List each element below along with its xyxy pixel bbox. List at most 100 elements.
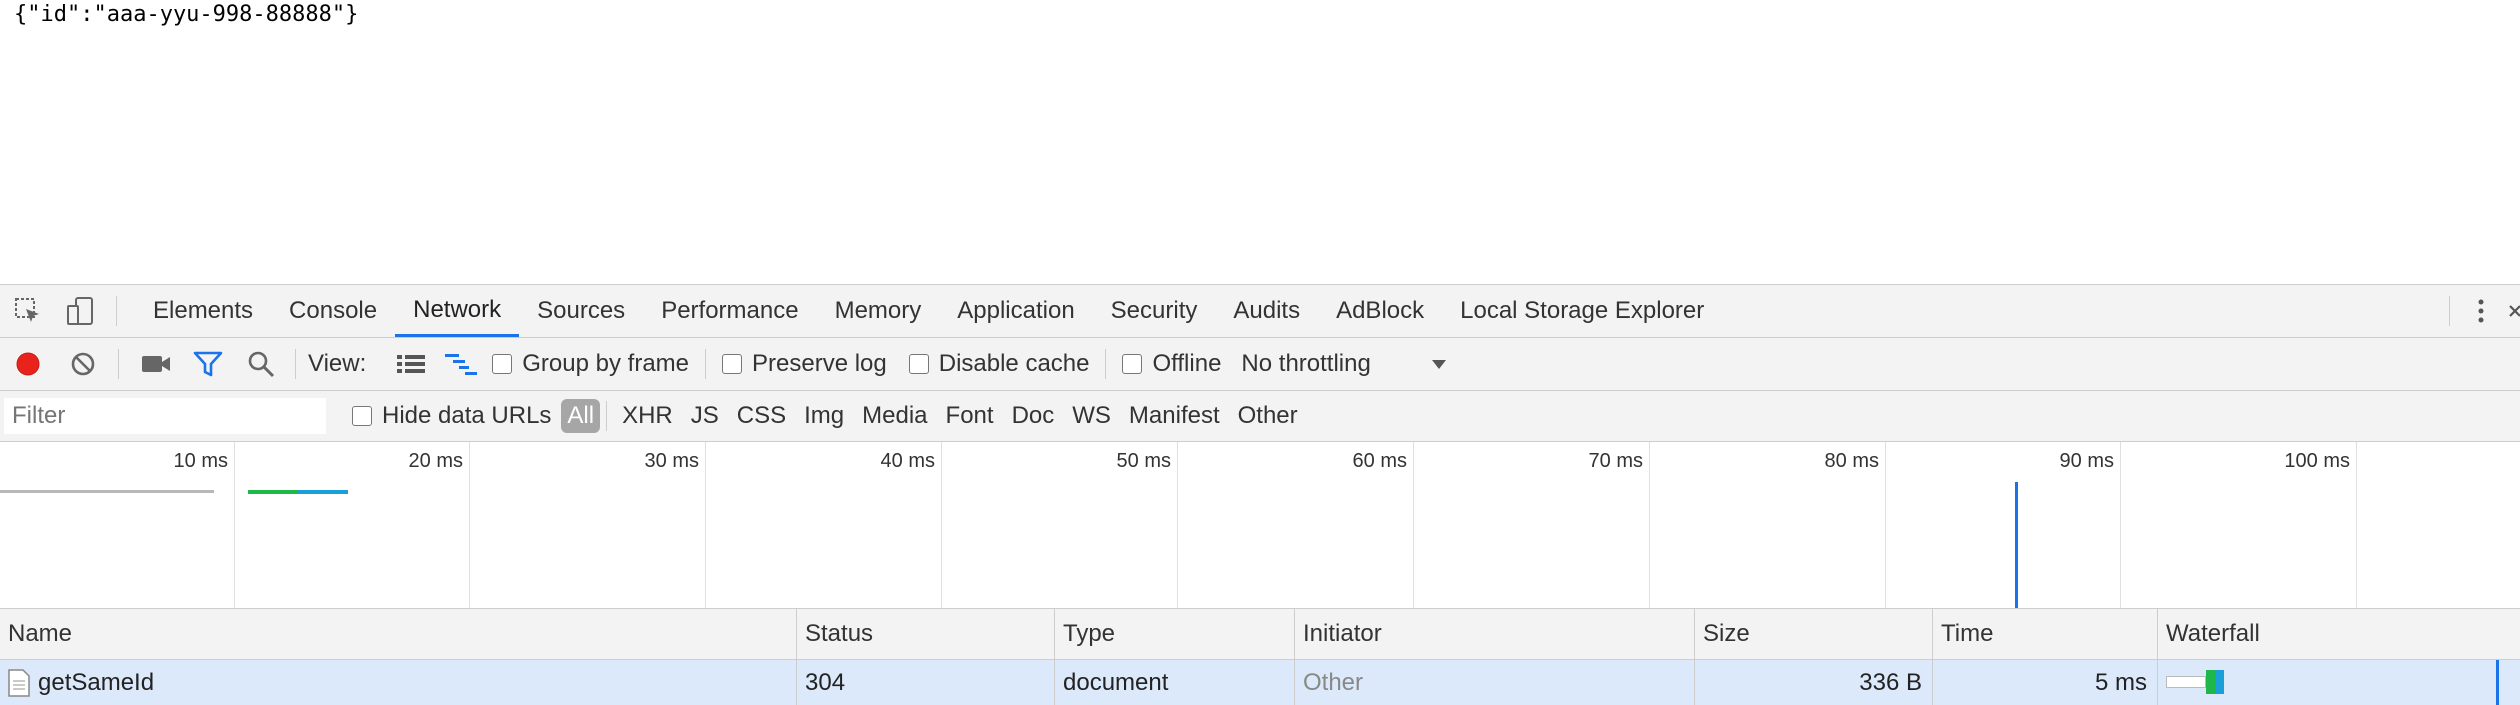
capture-screenshots-icon[interactable] xyxy=(131,338,181,390)
request-bar-download xyxy=(298,490,348,494)
offline-label: Offline xyxy=(1152,350,1222,377)
separator xyxy=(1105,349,1107,379)
timeline-tick-label: 20 ms xyxy=(408,450,463,472)
cell-type: document xyxy=(1055,660,1295,705)
filter-type-other[interactable]: Other xyxy=(1229,402,1307,430)
cell-status: 304 xyxy=(797,660,1055,705)
offline-checkbox[interactable]: Offline xyxy=(1122,350,1221,378)
grid-line xyxy=(1885,442,1886,608)
preserve-log-label: Preserve log xyxy=(752,350,887,377)
column-header-waterfall[interactable]: Waterfall xyxy=(2158,609,2520,659)
tab-memory[interactable]: Memory xyxy=(817,285,940,337)
search-icon[interactable] xyxy=(235,338,287,390)
more-options-icon[interactable] xyxy=(2466,285,2496,337)
tab-performance[interactable]: Performance xyxy=(643,285,816,337)
grid-line xyxy=(941,442,942,608)
filter-bar: Hide data URLs All XHR JS CSS Img Media … xyxy=(0,391,2520,442)
disable-cache-checkbox[interactable]: Disable cache xyxy=(908,350,1089,378)
large-request-rows-icon[interactable] xyxy=(386,338,436,390)
waterfall-load-marker xyxy=(2496,660,2499,705)
show-overview-icon[interactable] xyxy=(436,338,486,390)
filter-type-all[interactable]: All xyxy=(561,399,601,433)
waterfall-waiting-bar xyxy=(2206,670,2216,694)
tab-elements[interactable]: Elements xyxy=(135,285,271,337)
waterfall-stalled-bar xyxy=(2166,676,2206,688)
checkbox-box xyxy=(908,354,929,374)
checkbox-box xyxy=(352,406,372,426)
record-button[interactable] xyxy=(0,338,56,390)
column-header-type[interactable]: Type xyxy=(1055,609,1295,659)
timeline-tick-label: 90 ms xyxy=(2059,450,2114,472)
filter-type-media[interactable]: Media xyxy=(853,402,936,430)
grid-line xyxy=(234,442,235,608)
table-row[interactable]: getSameId 304 document Other 336 B 5 ms xyxy=(0,660,2520,705)
inspect-element-icon[interactable] xyxy=(0,285,56,337)
column-header-time[interactable]: Time xyxy=(1933,609,2158,659)
throttling-select[interactable]: No throttling xyxy=(1241,350,1446,378)
waterfall-download-bar xyxy=(2216,670,2224,694)
devtools-tab-bar: Elements Console Network Sources Perform… xyxy=(0,285,2520,338)
timeline-tick-label: 80 ms xyxy=(1824,450,1879,472)
separator xyxy=(118,349,119,379)
hide-data-urls-label: Hide data URLs xyxy=(382,402,552,429)
grid-line xyxy=(469,442,470,608)
tab-security[interactable]: Security xyxy=(1093,285,1216,337)
close-devtools-icon[interactable] xyxy=(2496,285,2520,337)
grid-line xyxy=(2356,442,2357,608)
column-header-status[interactable]: Status xyxy=(797,609,1055,659)
separator xyxy=(295,349,296,379)
checkbox-box xyxy=(492,354,513,374)
clear-icon[interactable] xyxy=(56,338,110,390)
tab-adblock[interactable]: AdBlock xyxy=(1318,285,1442,337)
grid-line xyxy=(2120,442,2121,608)
cell-name[interactable]: getSameId xyxy=(0,660,797,705)
group-by-frame-label: Group by frame xyxy=(522,350,689,377)
separator xyxy=(606,401,608,431)
grid-line xyxy=(1177,442,1178,608)
cell-time: 5 ms xyxy=(1933,660,2158,705)
checkbox-box xyxy=(722,354,742,374)
grid-line xyxy=(1649,442,1650,608)
filter-type-css[interactable]: CSS xyxy=(728,402,795,430)
filter-input[interactable] xyxy=(4,398,326,434)
tab-application[interactable]: Application xyxy=(939,285,1092,337)
filter-type-js[interactable]: JS xyxy=(682,402,728,430)
page-body-json: {"id":"aaa-yyu-998-88888"} xyxy=(14,2,359,27)
filter-type-manifest[interactable]: Manifest xyxy=(1120,402,1229,430)
separator xyxy=(2449,296,2450,326)
dropdown-arrow-icon xyxy=(1431,360,1446,369)
view-label: View: xyxy=(308,350,367,377)
tab-network[interactable]: Network xyxy=(395,285,520,337)
tab-audits[interactable]: Audits xyxy=(1215,285,1318,337)
separator xyxy=(116,296,117,326)
filter-type-ws[interactable]: WS xyxy=(1063,402,1120,430)
preserve-log-checkbox[interactable]: Preserve log xyxy=(722,350,887,378)
filter-icon[interactable] xyxy=(181,338,235,390)
filter-type-img[interactable]: Img xyxy=(795,402,853,430)
network-overview-timeline[interactable]: 10 ms 20 ms 30 ms 40 ms 50 ms 60 ms 70 m… xyxy=(0,442,2520,609)
request-name: getSameId xyxy=(38,668,155,696)
group-by-frame-checkbox[interactable]: Group by frame xyxy=(492,350,689,378)
tab-sources[interactable]: Sources xyxy=(519,285,643,337)
cell-waterfall xyxy=(2158,660,2520,705)
filter-type-doc[interactable]: Doc xyxy=(1003,402,1064,430)
column-header-initiator[interactable]: Initiator xyxy=(1295,609,1695,659)
timeline-tick-label: 70 ms xyxy=(1588,450,1643,472)
load-event-marker xyxy=(2015,482,2018,608)
network-toolbar: View: Group by frame Preserve log Disabl… xyxy=(0,338,2520,391)
requests-table-header: Name Status Type Initiator Size Time Wat… xyxy=(0,609,2520,660)
cell-size: 336 B xyxy=(1695,660,1933,705)
filter-type-font[interactable]: Font xyxy=(937,402,1003,430)
column-header-size[interactable]: Size xyxy=(1695,609,1933,659)
devtools-panel: Elements Console Network Sources Perform… xyxy=(0,284,2520,705)
tab-console[interactable]: Console xyxy=(271,285,395,337)
cell-initiator: Other xyxy=(1295,660,1695,705)
timeline-tick-label: 100 ms xyxy=(2284,450,2350,472)
filter-type-xhr[interactable]: XHR xyxy=(613,402,682,430)
device-toolbar-icon[interactable] xyxy=(56,285,106,337)
column-header-name[interactable]: Name xyxy=(0,609,797,659)
tab-local-storage-explorer[interactable]: Local Storage Explorer xyxy=(1442,285,1722,337)
hide-data-urls-checkbox[interactable]: Hide data URLs xyxy=(352,402,551,430)
request-bar-stalled xyxy=(0,490,214,493)
timeline-tick-label: 30 ms xyxy=(644,450,699,472)
